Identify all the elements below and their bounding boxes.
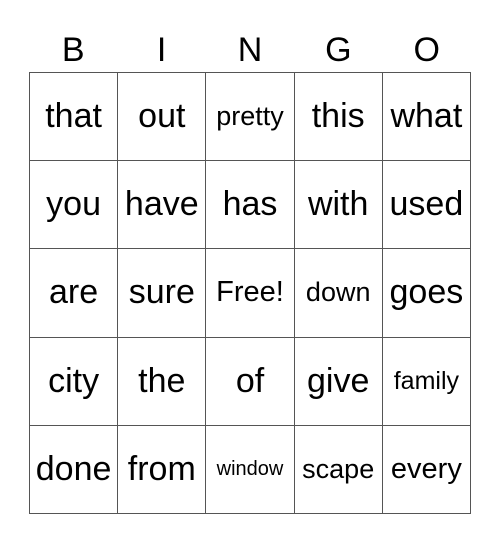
bingo-cell: scape xyxy=(294,425,383,514)
bingo-cell: with xyxy=(294,161,383,250)
bingo-cell: of xyxy=(206,337,295,426)
bingo-cell: every xyxy=(382,425,471,514)
bingo-cell: give xyxy=(294,337,383,426)
bingo-cell: what xyxy=(382,73,471,162)
bingo-cell: used xyxy=(382,161,471,250)
bingo-cell: window xyxy=(206,425,295,514)
bingo-cell: has xyxy=(206,161,295,250)
bingo-cell: pretty xyxy=(206,73,295,162)
bingo-cell: from xyxy=(118,425,207,514)
bingo-cell: goes xyxy=(382,249,471,338)
bingo-cell: family xyxy=(382,337,471,426)
bingo-cell: down xyxy=(294,249,383,338)
bingo-cell: sure xyxy=(118,249,207,338)
header-letter-b: B xyxy=(61,31,85,69)
bingo-cell: done xyxy=(30,425,119,514)
header-letter-g: G xyxy=(325,31,352,69)
bingo-cell: the xyxy=(118,337,207,426)
bingo-cell: you xyxy=(30,161,119,250)
header-letter-o: O xyxy=(413,31,440,69)
header-letter-n: N xyxy=(237,31,263,69)
bingo-cell: this xyxy=(294,73,383,162)
bingo-cell: are xyxy=(30,249,119,338)
free-space-cell: Free! xyxy=(206,249,295,338)
bingo-cell: out xyxy=(118,73,207,162)
bingo-header: B I N G O xyxy=(29,28,471,72)
bingo-cell: city xyxy=(30,337,119,426)
bingo-cell: have xyxy=(118,161,207,250)
bingo-cell: that xyxy=(30,73,119,162)
bingo-grid: that out pretty this what you have has w… xyxy=(29,72,471,514)
header-letter-i: I xyxy=(156,31,167,69)
